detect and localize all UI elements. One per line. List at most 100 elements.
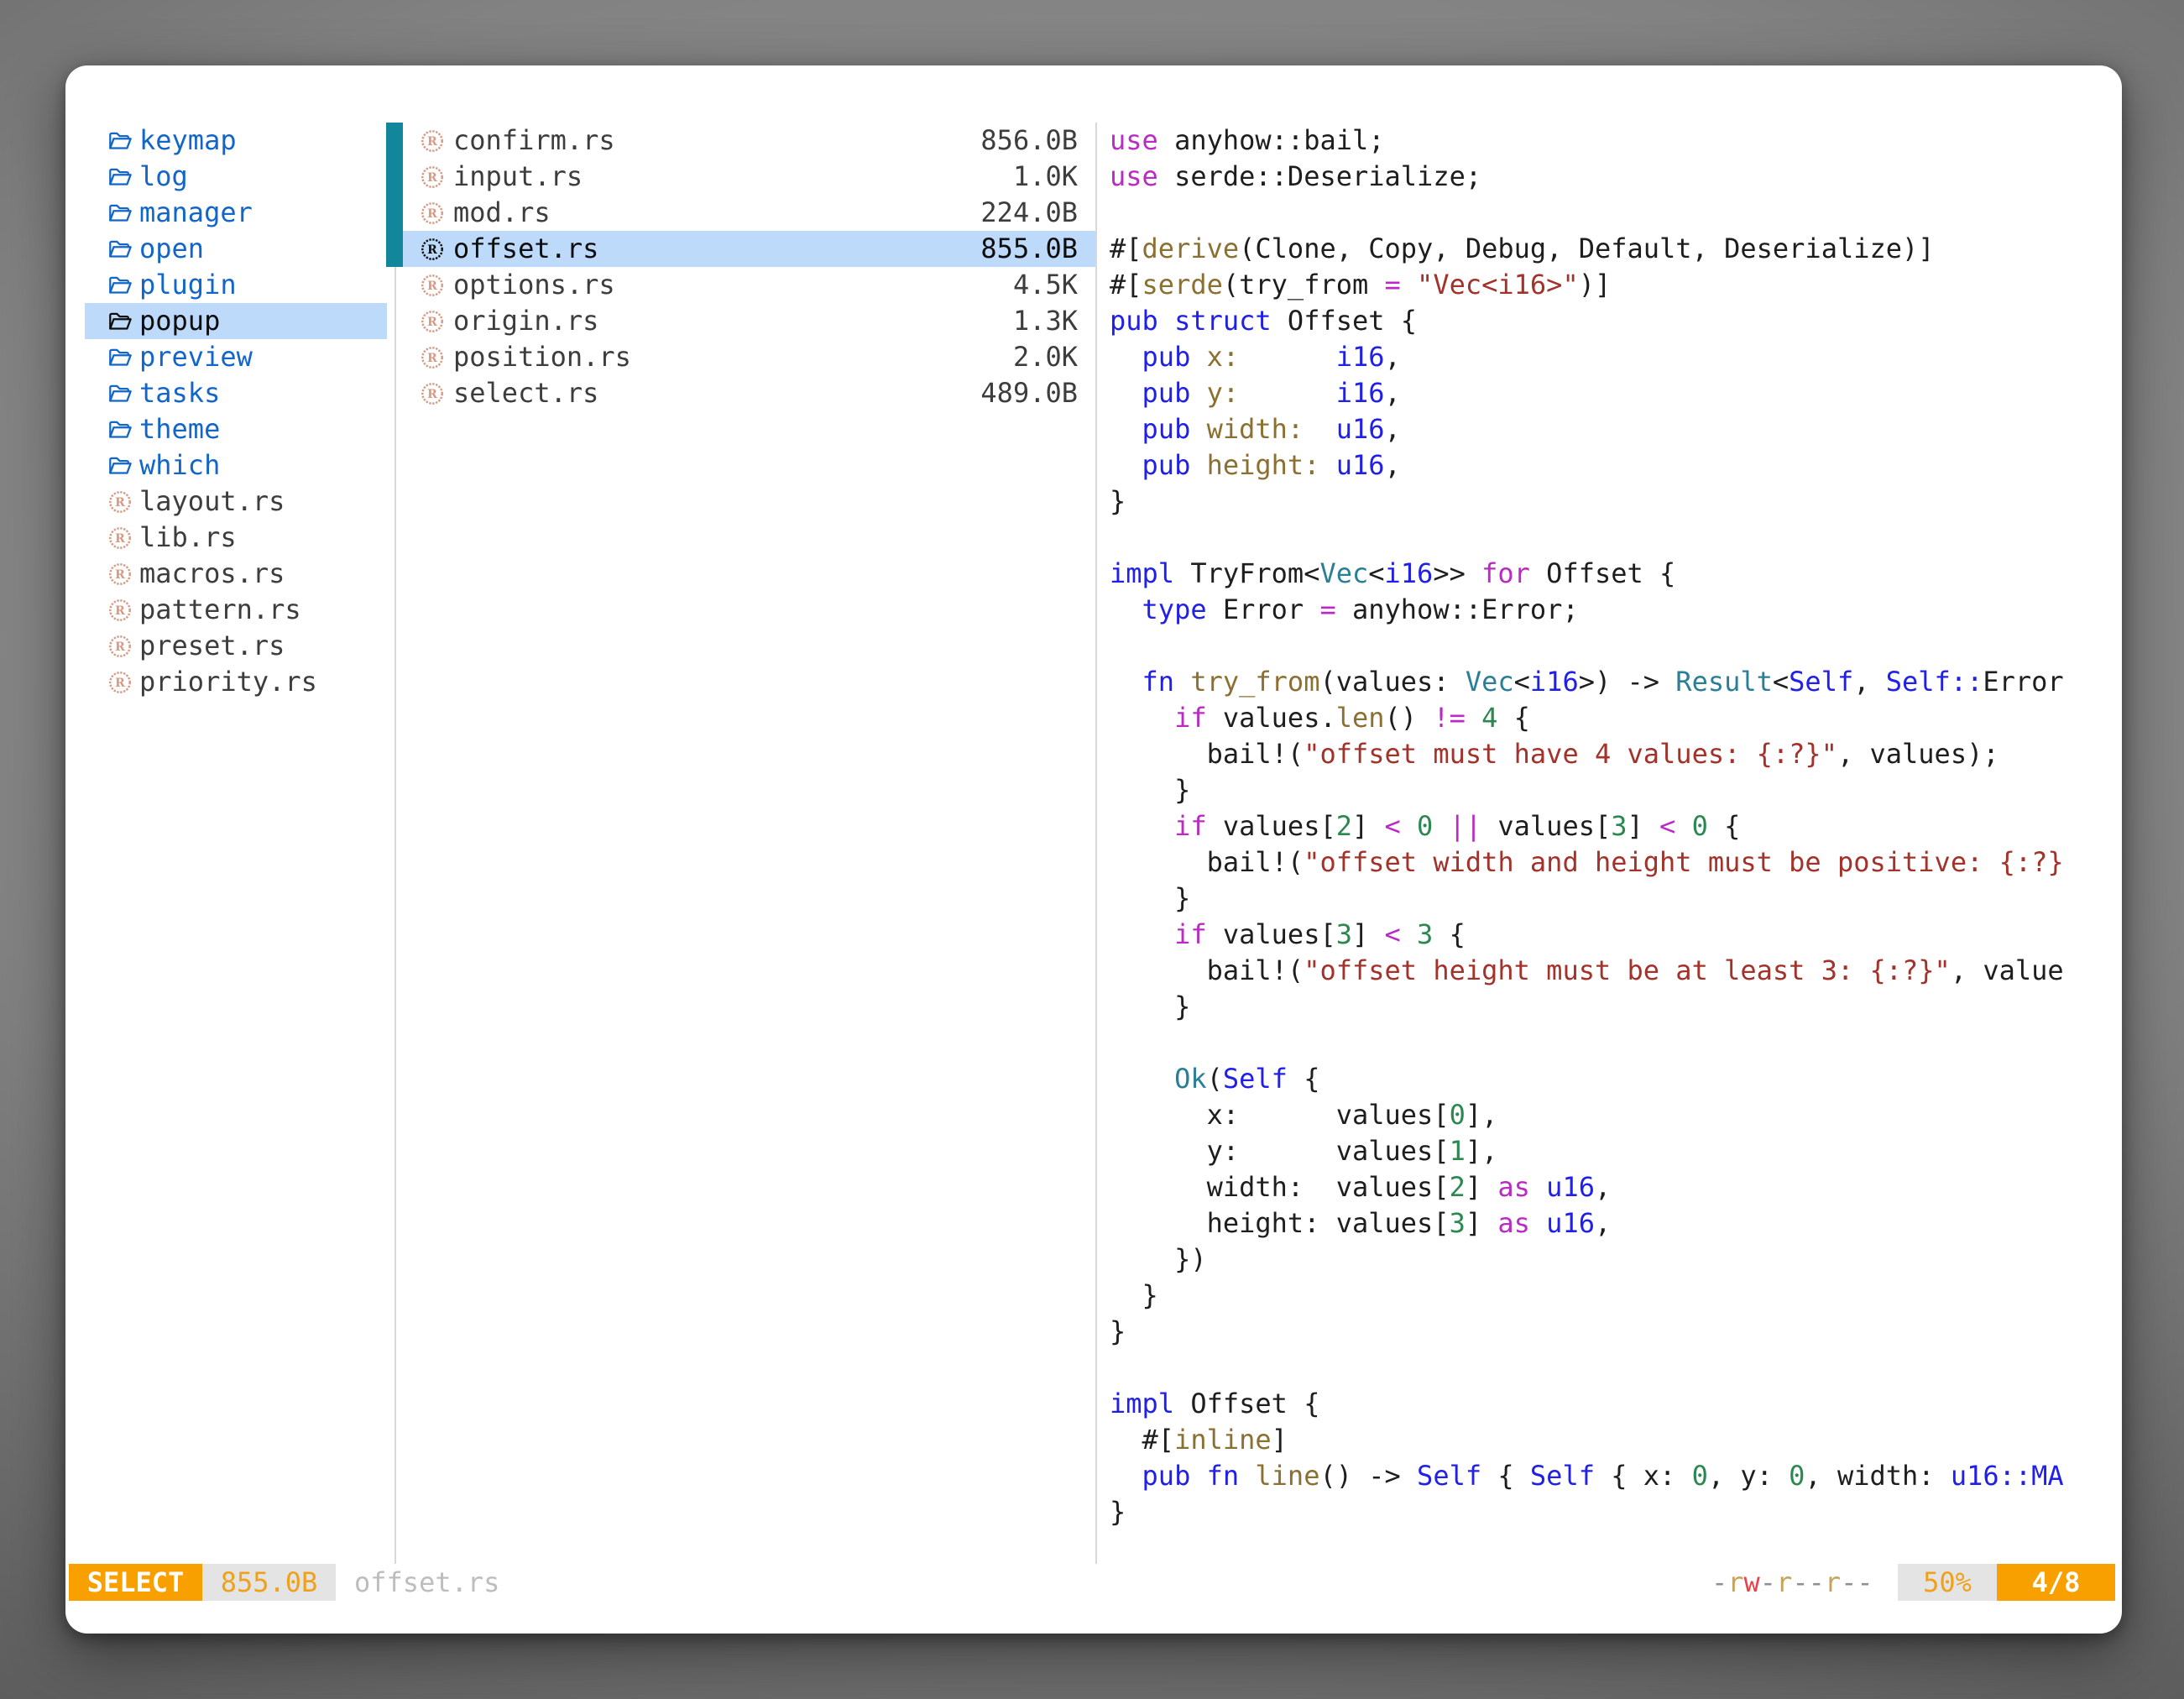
code-line: fn try_from(values: Vec<i16>) -> Result<… <box>1110 664 2122 700</box>
item-label: popup <box>139 303 220 339</box>
code-line: pub height: u16, <box>1110 447 2122 484</box>
sidebar-item-which[interactable]: which <box>85 447 387 484</box>
code-token: try_from <box>1190 666 1319 698</box>
file-row-origin.rs[interactable]: Rorigin.rs1.3K <box>403 303 1095 339</box>
code-token: u16 <box>1336 413 1385 445</box>
code-token: , <box>1385 413 1401 445</box>
code-token <box>1433 810 1449 842</box>
file-row-select.rs[interactable]: Rselect.rs489.0B <box>403 375 1095 411</box>
code-token: ], <box>1466 1135 1498 1167</box>
code-token <box>1530 1171 1546 1203</box>
permission-token: -- <box>1841 1566 1873 1598</box>
sidebar-item-tasks[interactable]: tasks <box>85 375 387 411</box>
file-row-offset.rs[interactable]: Roffset.rs855.0B <box>403 231 1095 267</box>
code-token: for <box>1481 557 1530 589</box>
code-token: < <box>1368 557 1384 589</box>
code-token: { x: <box>1595 1460 1692 1492</box>
sidebar-item-layout.rs[interactable]: Rlayout.rs <box>85 484 387 520</box>
code-token: values[ <box>1207 918 1336 950</box>
code-token: line <box>1255 1460 1319 1492</box>
sidebar-item-lib.rs[interactable]: Rlib.rs <box>85 520 387 556</box>
sidebar-item-keymap[interactable]: keymap <box>85 123 387 159</box>
code-token: , <box>1595 1207 1611 1239</box>
code-line: pub x: i16, <box>1110 339 2122 375</box>
sidebar-item-theme[interactable]: theme <box>85 411 387 447</box>
code-line: pub fn line() -> Self { Self { x: 0, y: … <box>1110 1458 2122 1494</box>
item-label: lib.rs <box>139 520 237 556</box>
item-label: tasks <box>139 375 220 411</box>
file-row-position.rs[interactable]: Rposition.rs2.0K <box>403 339 1095 375</box>
rust-icon: R <box>107 525 133 551</box>
sidebar-item-plugin[interactable]: plugin <box>85 267 387 303</box>
sidebar-item-popup[interactable]: popup <box>85 303 387 339</box>
file-name: input.rs <box>453 159 583 195</box>
code-line: } <box>1110 772 2122 808</box>
file-name: offset.rs <box>453 231 598 267</box>
code-token: ( <box>1207 1063 1223 1095</box>
sidebar-item-preset.rs[interactable]: Rpreset.rs <box>85 628 387 664</box>
code-line: } <box>1110 989 2122 1025</box>
code-token: if <box>1174 810 1207 842</box>
folder-icon <box>107 453 133 478</box>
file-size: 2.0K <box>1013 339 1078 375</box>
code-token: ] <box>1466 1207 1498 1239</box>
file-size-badge: 855.0B <box>202 1564 336 1601</box>
rust-icon: R <box>420 237 445 262</box>
code-token: as <box>1497 1207 1530 1239</box>
code-token: Self <box>1223 1063 1288 1095</box>
code-token <box>1110 666 1142 698</box>
code-line: type Error = anyhow::Error; <box>1110 592 2122 628</box>
code-token: { <box>1288 1063 1320 1095</box>
code-token: as <box>1497 1171 1530 1203</box>
svg-text:R: R <box>115 568 125 582</box>
file-row-options.rs[interactable]: Roptions.rs4.5K <box>403 267 1095 303</box>
code-line: #[serde(try_from = "Vec<i16>")] <box>1110 267 2122 303</box>
code-token: } <box>1110 991 1190 1022</box>
file-size: 224.0B <box>980 195 1078 231</box>
code-token <box>1530 1207 1546 1239</box>
code-token: 3 <box>1417 918 1433 950</box>
code-token: 0 <box>1692 810 1708 842</box>
svg-text:R: R <box>427 316 437 329</box>
code-token: >) -> <box>1579 666 1676 698</box>
code-token: pub fn <box>1142 1460 1240 1492</box>
file-row-mod.rs[interactable]: Rmod.rs224.0B <box>403 195 1095 231</box>
scroll-percent-badge: 50% <box>1898 1564 1997 1601</box>
filelist-scrollbar[interactable] <box>386 123 403 267</box>
svg-text:R: R <box>427 171 437 185</box>
code-line: if values[2] < 0 || values[3] < 0 { <box>1110 808 2122 844</box>
sidebar-item-preview[interactable]: preview <box>85 339 387 375</box>
code-token: { <box>1708 810 1741 842</box>
code-line: } <box>1110 484 2122 520</box>
code-token: < <box>1659 810 1675 842</box>
code-token: fn <box>1142 666 1175 698</box>
sidebar-item-priority.rs[interactable]: Rpriority.rs <box>85 664 387 700</box>
code-token <box>1110 593 1142 625</box>
code-token <box>1401 918 1417 950</box>
sidebar-item-open[interactable]: open <box>85 231 387 267</box>
item-label: open <box>139 231 204 267</box>
sidebar-item-log[interactable]: log <box>85 159 387 195</box>
sidebar-item-pattern.rs[interactable]: Rpattern.rs <box>85 592 387 628</box>
code-token <box>1174 666 1190 698</box>
code-token: values[ <box>1481 810 1611 842</box>
code-token: , <box>1595 1171 1611 1203</box>
code-token: 2 <box>1450 1171 1466 1203</box>
rust-icon: R <box>107 562 133 587</box>
item-label: preview <box>139 339 253 375</box>
svg-text:R: R <box>427 207 437 221</box>
sidebar-item-macros.rs[interactable]: Rmacros.rs <box>85 556 387 592</box>
code-token: pub <box>1142 377 1191 409</box>
sidebar-item-manager[interactable]: manager <box>85 195 387 231</box>
code-token: , y: <box>1708 1460 1789 1492</box>
file-row-confirm.rs[interactable]: Rconfirm.rs856.0B <box>403 123 1095 159</box>
code-token: u16::MA <box>1951 1460 2064 1492</box>
rust-icon: R <box>107 598 133 623</box>
file-preview-pane: use anyhow::bail;use serde::Deserialize;… <box>1110 123 2122 1564</box>
permission-token: r <box>1776 1566 1792 1598</box>
code-token <box>1190 413 1206 445</box>
svg-text:R: R <box>427 243 437 257</box>
code-token: Self <box>1530 1460 1595 1492</box>
code-token: Self <box>1417 1460 1481 1492</box>
file-row-input.rs[interactable]: Rinput.rs1.0K <box>403 159 1095 195</box>
